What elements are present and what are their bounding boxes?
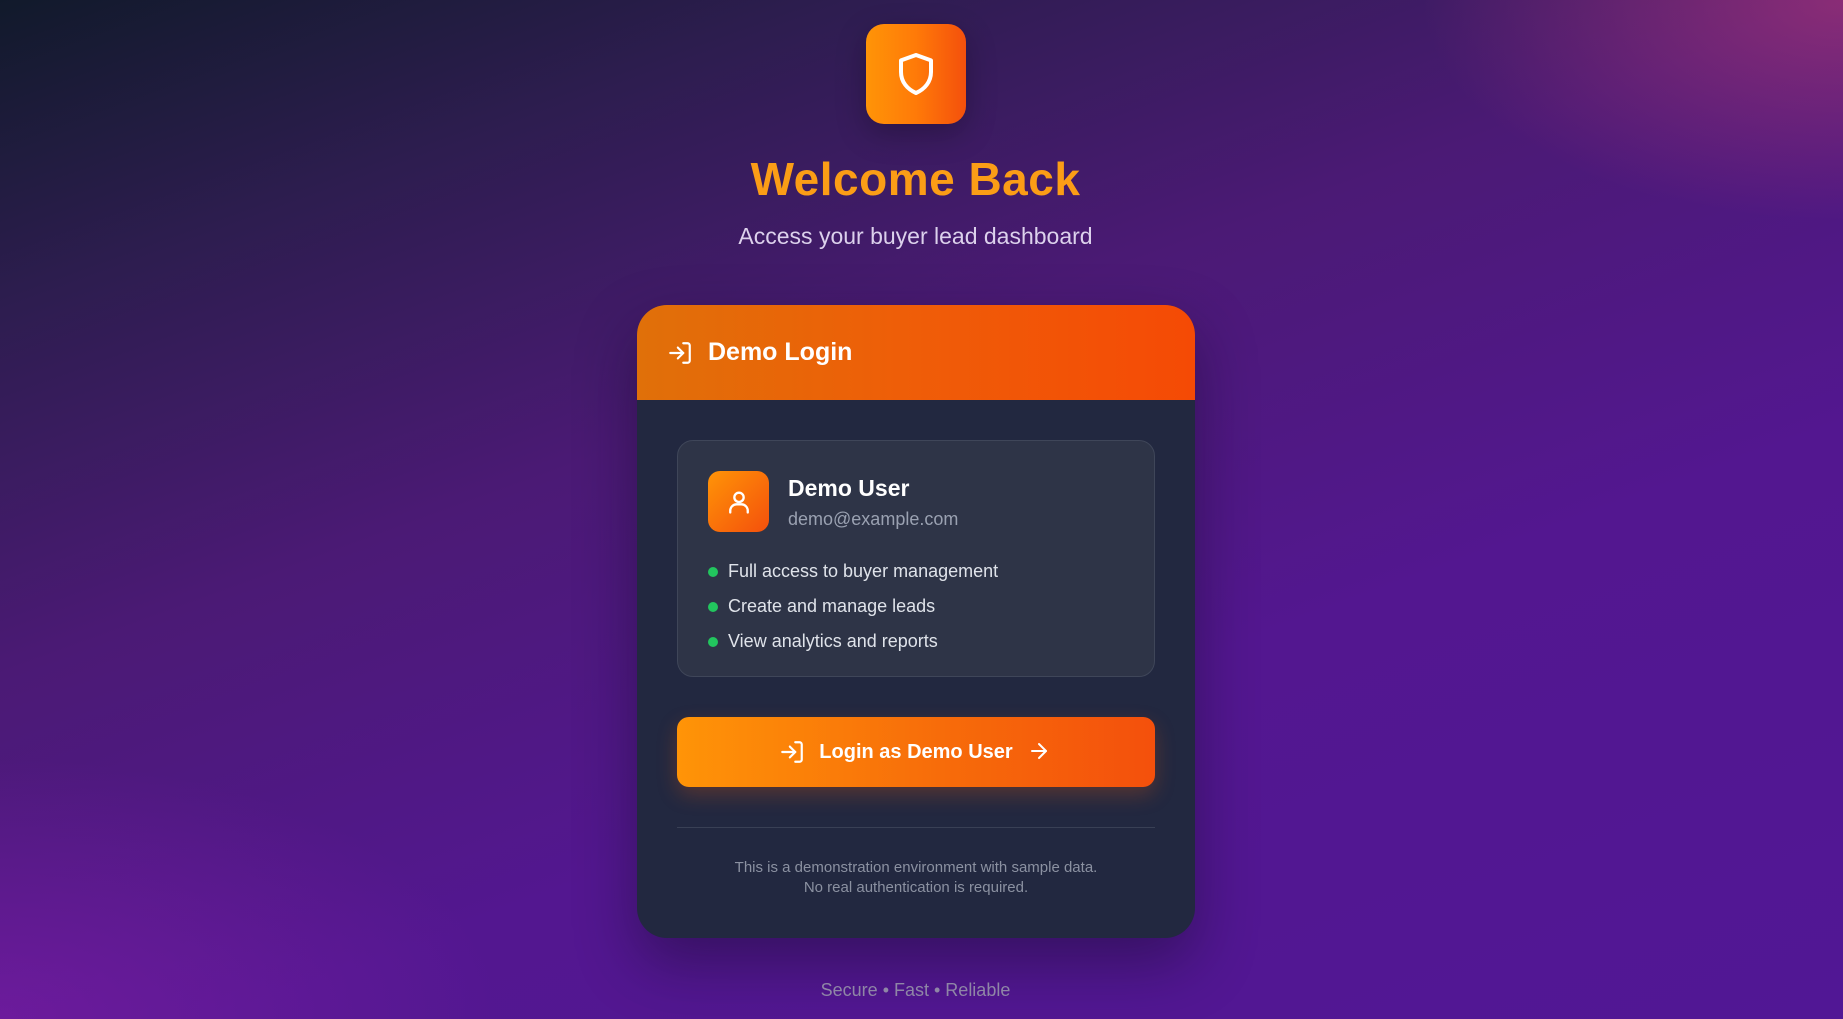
shield-icon xyxy=(899,53,933,95)
app-logo xyxy=(866,24,966,124)
status-dot-icon xyxy=(708,601,718,612)
log-in-icon xyxy=(667,340,693,366)
user-icon xyxy=(728,491,749,514)
page-subtitle: Access your buyer lead dashboard xyxy=(738,223,1093,249)
card-header: Demo Login xyxy=(637,305,1195,400)
demo-disclaimer: This is a demonstration environment with… xyxy=(637,858,1195,898)
divider xyxy=(677,827,1155,828)
arrow-right-icon xyxy=(1027,739,1053,765)
user-email: demo@example.com xyxy=(788,509,959,529)
footer-tagline: Secure • Fast • Reliable xyxy=(820,980,1011,1000)
disclaimer-line: No real authentication is required. xyxy=(803,879,1029,896)
login-as-demo-user-button[interactable]: Login as Demo User xyxy=(677,717,1155,787)
status-dot-icon xyxy=(708,636,718,647)
login-card: Demo Login Demo User demo@example.com Fu… xyxy=(637,305,1195,938)
avatar xyxy=(708,471,769,532)
disclaimer-line: This is a demonstration environment with… xyxy=(734,859,1098,876)
status-dot-icon xyxy=(708,566,718,577)
feature-list: Full access to buyer management Create a… xyxy=(708,554,998,659)
feature-label: Full access to buyer management xyxy=(728,561,999,581)
user-name: Demo User xyxy=(788,475,910,501)
feature-item: Create and manage leads xyxy=(708,589,998,624)
feature-label: Create and manage leads xyxy=(728,596,936,616)
feature-item: Full access to buyer management xyxy=(708,554,998,589)
login-button-label: Login as Demo User xyxy=(819,740,1013,763)
feature-label: View analytics and reports xyxy=(728,631,938,651)
feature-item: View analytics and reports xyxy=(708,624,998,659)
card-title: Demo Login xyxy=(708,338,853,366)
page-title: Welcome Back xyxy=(750,153,1081,205)
demo-user-panel: Demo User demo@example.com Full access t… xyxy=(677,440,1155,677)
log-in-icon xyxy=(779,739,805,765)
